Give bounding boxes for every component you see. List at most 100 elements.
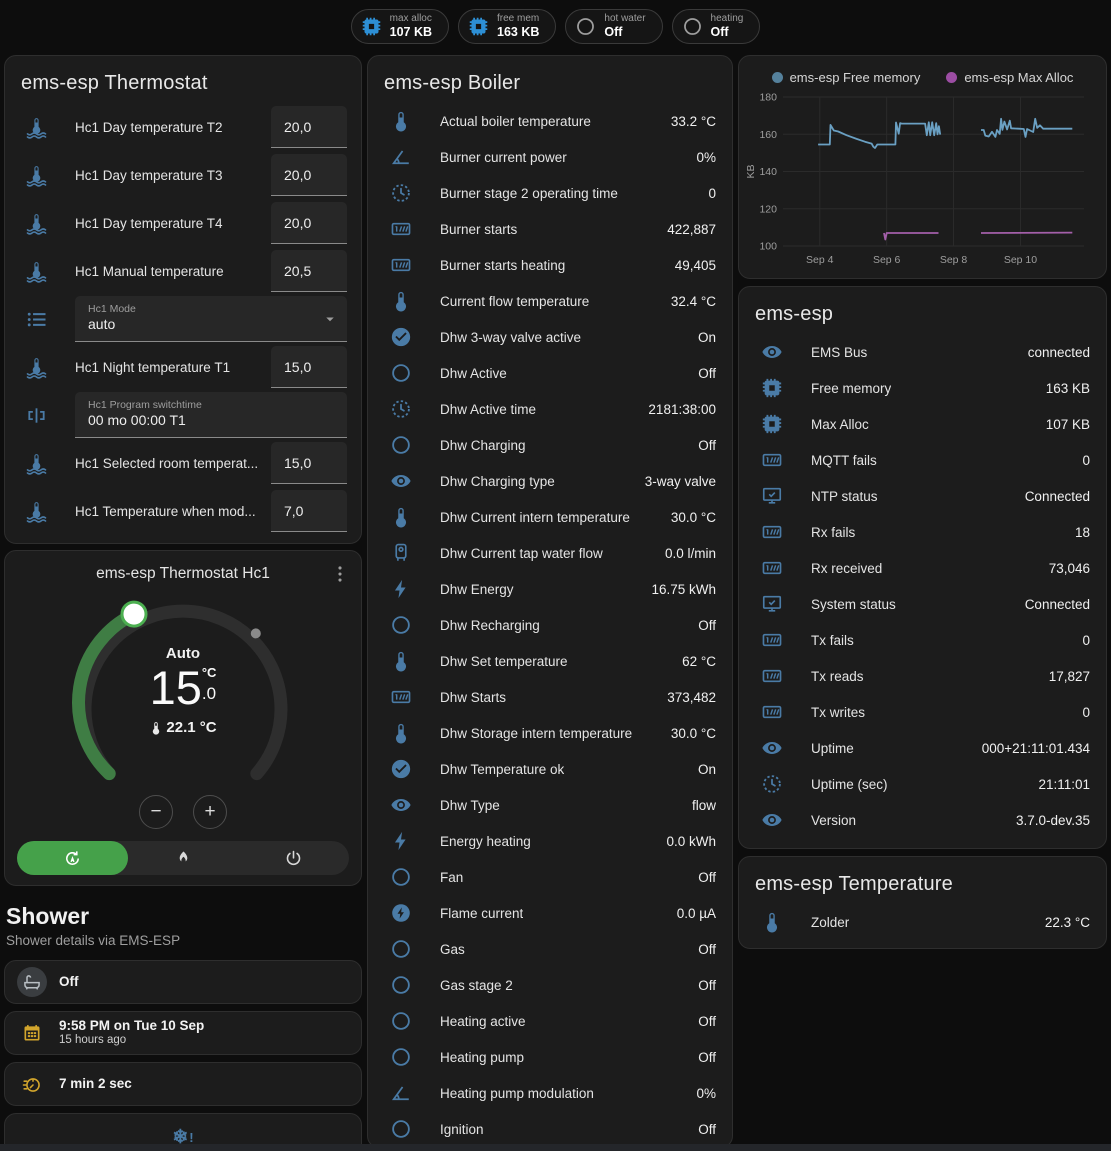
entity-row[interactable]: NTP statusConnected xyxy=(739,478,1106,514)
progress-clock-icon xyxy=(390,398,412,420)
hvac-mode-auto[interactable] xyxy=(17,841,128,875)
dial-target-knob[interactable] xyxy=(122,602,146,626)
entity-row[interactable]: GasOff xyxy=(368,931,732,967)
entity-row[interactable]: Dhw ActiveOff xyxy=(368,355,732,391)
setting-label: Hc1 Day temperature T4 xyxy=(75,216,223,231)
more-menu-icon[interactable] xyxy=(329,563,351,585)
chip-icon xyxy=(761,413,783,435)
shower-tile[interactable]: 7 min 2 sec xyxy=(4,1062,362,1106)
entity-row[interactable]: IgnitionOff xyxy=(368,1111,732,1147)
hvac-mode-fire[interactable] xyxy=(128,841,239,875)
entity-row[interactable]: Current flow temperature32.4 °C xyxy=(368,283,732,319)
thermostat-dial[interactable]: Auto 15 °C .0 22.1 °C xyxy=(71,587,295,811)
entity-row[interactable]: Dhw Temperature okOn xyxy=(368,751,732,787)
entity-row[interactable]: Dhw RechargingOff xyxy=(368,607,732,643)
circle-icon xyxy=(575,16,596,37)
status-badge[interactable]: max alloc107 KB xyxy=(351,9,449,44)
thermometer-icon xyxy=(390,110,412,132)
entity-row[interactable]: Dhw Active time2181:38:00 xyxy=(368,391,732,427)
entity-row[interactable]: Tx writes0 xyxy=(739,694,1106,730)
entity-row[interactable]: Gas stage 2Off xyxy=(368,967,732,1003)
entity-row[interactable]: Dhw Storage intern temperature30.0 °C xyxy=(368,715,732,751)
tile-secondary-text: 15 hours ago xyxy=(59,1034,204,1048)
entity-row[interactable]: Burner starts422,887 xyxy=(368,211,732,247)
entity-state: 107 KB xyxy=(1038,417,1090,432)
entity-row[interactable]: Dhw ChargingOff xyxy=(368,427,732,463)
svg-text:180: 180 xyxy=(759,92,777,104)
entity-state: 000+21:11:01.434 xyxy=(974,741,1090,756)
entity-row[interactable]: EMS Busconnected xyxy=(739,334,1106,370)
shower-tile[interactable]: 9:58 PM on Tue 10 Sep15 hours ago xyxy=(4,1011,362,1055)
entity-state: 0 xyxy=(1074,453,1090,468)
entity-row[interactable]: Heating pumpOff xyxy=(368,1039,732,1075)
entity-row[interactable]: Burner current power0% xyxy=(368,139,732,175)
entity-row[interactable]: Version3.7.0-dev.35 xyxy=(739,802,1106,838)
entity-row[interactable]: FanOff xyxy=(368,859,732,895)
entity-row[interactable]: Flame current0.0 µA xyxy=(368,895,732,931)
entity-state: 49,405 xyxy=(667,258,716,273)
text-input[interactable]: Hc1 Program switchtime00 mo 00:00 T1 xyxy=(75,392,347,438)
tile-primary-text: 7 min 2 sec xyxy=(59,1076,132,1092)
entity-row[interactable]: Dhw Set temperature62 °C xyxy=(368,643,732,679)
svg-text:Sep 8: Sep 8 xyxy=(940,254,968,266)
status-badge[interactable]: heatingOff xyxy=(672,9,761,44)
number-input[interactable]: 7,0 xyxy=(271,490,347,532)
entity-name: Heating pump modulation xyxy=(440,1086,594,1101)
entity-row[interactable]: Zolder22.3 °C xyxy=(739,904,1106,940)
counter-icon xyxy=(390,218,412,240)
thermometer-water-icon xyxy=(25,260,48,283)
number-input[interactable]: 20,5 xyxy=(271,250,347,292)
entity-row[interactable]: Heating activeOff xyxy=(368,1003,732,1039)
entity-row[interactable]: Rx fails18 xyxy=(739,514,1106,550)
status-badge[interactable]: hot waterOff xyxy=(565,9,662,44)
entity-state: 18 xyxy=(1067,525,1090,540)
badge-value: 163 KB xyxy=(497,26,539,39)
entity-state: Off xyxy=(690,1050,716,1065)
shower-tile[interactable]: Off xyxy=(4,960,362,1004)
entity-row[interactable]: Tx fails0 xyxy=(739,622,1106,658)
entity-state: Off xyxy=(690,1122,716,1137)
number-input[interactable]: 20,0 xyxy=(271,202,347,244)
svg-text:160: 160 xyxy=(759,129,777,141)
status-badge[interactable]: free mem163 KB xyxy=(458,9,556,44)
counter-icon xyxy=(761,521,783,543)
legend-item[interactable]: ems-esp Free memory xyxy=(772,70,921,85)
entity-row[interactable]: Actual boiler temperature33.2 °C xyxy=(368,103,732,139)
entity-row[interactable]: Rx received73,046 xyxy=(739,550,1106,586)
entity-row[interactable]: Dhw Current tap water flow0.0 l/min xyxy=(368,535,732,571)
legend-item[interactable]: ems-esp Max Alloc xyxy=(946,70,1073,85)
entity-row[interactable]: System statusConnected xyxy=(739,586,1106,622)
temp-increase-button[interactable]: + xyxy=(193,795,227,829)
hvac-mode-power[interactable] xyxy=(238,841,349,875)
entity-row[interactable]: Uptime (sec)21:11:01 xyxy=(739,766,1106,802)
shower-tiles: Off 9:58 PM on Tue 10 Sep15 hours ago 7 mi… xyxy=(4,960,362,1151)
entity-row[interactable]: Energy heating0.0 kWh xyxy=(368,823,732,859)
entity-row[interactable]: Dhw 3-way valve activeOn xyxy=(368,319,732,355)
entity-row[interactable]: MQTT fails0 xyxy=(739,442,1106,478)
temp-decrease-button[interactable]: − xyxy=(139,795,173,829)
entity-row[interactable]: Uptime000+21:11:01.434 xyxy=(739,730,1106,766)
number-input[interactable]: 20,0 xyxy=(271,106,347,148)
legend-label: ems-esp Free memory xyxy=(790,70,921,85)
legend-dot-icon xyxy=(772,72,783,83)
mode-select[interactable]: Hc1 Modeauto xyxy=(75,296,347,342)
entity-row[interactable]: Tx reads17,827 xyxy=(739,658,1106,694)
entity-row[interactable]: Max Alloc107 KB xyxy=(739,406,1106,442)
entity-row[interactable]: Dhw Starts373,482 xyxy=(368,679,732,715)
entity-row[interactable]: Free memory163 KB xyxy=(739,370,1106,406)
entity-row[interactable]: Dhw Current intern temperature30.0 °C xyxy=(368,499,732,535)
entity-row[interactable]: Heating pump modulation0% xyxy=(368,1075,732,1111)
entity-row[interactable]: Burner starts heating49,405 xyxy=(368,247,732,283)
entity-row[interactable]: Dhw Charging type3-way valve xyxy=(368,463,732,499)
number-input[interactable]: 20,0 xyxy=(271,154,347,196)
entity-row[interactable]: Dhw Energy16.75 kWh xyxy=(368,571,732,607)
thermostat-dial-card: ems-esp Thermostat Hc1 Auto 15 °C xyxy=(4,550,362,886)
entity-state: Off xyxy=(690,978,716,993)
number-input[interactable]: 15,0 xyxy=(271,346,347,388)
number-input[interactable]: 15,0 xyxy=(271,442,347,484)
entity-row[interactable]: Dhw Typeflow xyxy=(368,787,732,823)
card-title: ems-esp Temperature xyxy=(739,857,1106,904)
entity-row[interactable]: Burner stage 2 operating time0 xyxy=(368,175,732,211)
entity-state: 0% xyxy=(688,150,716,165)
thermometer-icon xyxy=(390,722,412,744)
